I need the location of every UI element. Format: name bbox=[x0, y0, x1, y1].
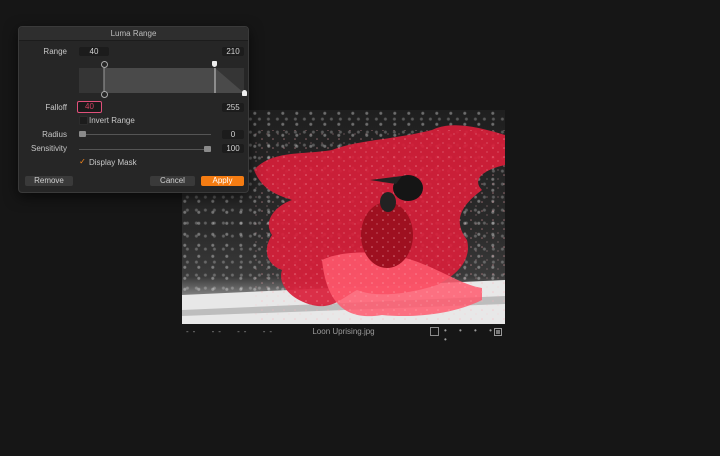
flag-checkbox[interactable] bbox=[430, 327, 439, 336]
range-label: Range bbox=[43, 47, 67, 56]
status-bar: -- -- -- -- Loon Uprising.jpg • • • • • bbox=[182, 326, 505, 344]
badge-icon bbox=[494, 328, 502, 336]
sensitivity-slider-thumb[interactable] bbox=[204, 146, 211, 152]
falloff-low-field[interactable]: 40 bbox=[77, 101, 102, 113]
display-mask-label: Display Mask bbox=[89, 158, 137, 167]
invert-range-label: Invert Range bbox=[89, 116, 135, 125]
falloff-high-field[interactable]: 255 bbox=[222, 103, 244, 112]
falloff-low-handle[interactable] bbox=[101, 91, 108, 98]
radius-value[interactable]: 0 bbox=[222, 130, 244, 139]
range-low-field[interactable]: 40 bbox=[79, 47, 109, 56]
range-high-handle[interactable] bbox=[212, 61, 217, 67]
sensitivity-value[interactable]: 100 bbox=[222, 144, 244, 153]
falloff-label: Falloff bbox=[45, 103, 67, 112]
range-high-field[interactable]: 210 bbox=[222, 47, 244, 56]
radius-label: Radius bbox=[42, 130, 67, 139]
luma-range-panel: Luma Range Range 40 210 Falloff 40 255 I… bbox=[18, 26, 249, 193]
sensitivity-label: Sensitivity bbox=[30, 144, 67, 153]
panel-title: Luma Range bbox=[19, 27, 248, 41]
sensitivity-slider[interactable] bbox=[79, 149, 211, 150]
invert-range-checkbox[interactable] bbox=[79, 116, 88, 125]
cancel-button[interactable]: Cancel bbox=[150, 176, 195, 186]
range-low-handle[interactable] bbox=[101, 61, 108, 68]
luma-range-graph[interactable] bbox=[79, 68, 244, 93]
remove-button[interactable]: Remove bbox=[25, 176, 73, 186]
radius-slider[interactable] bbox=[79, 134, 211, 135]
falloff-high-handle[interactable] bbox=[242, 90, 247, 96]
radius-slider-thumb[interactable] bbox=[79, 131, 86, 137]
apply-button[interactable]: Apply bbox=[201, 176, 244, 186]
display-mask-checkbox[interactable]: ✓ bbox=[79, 158, 86, 166]
